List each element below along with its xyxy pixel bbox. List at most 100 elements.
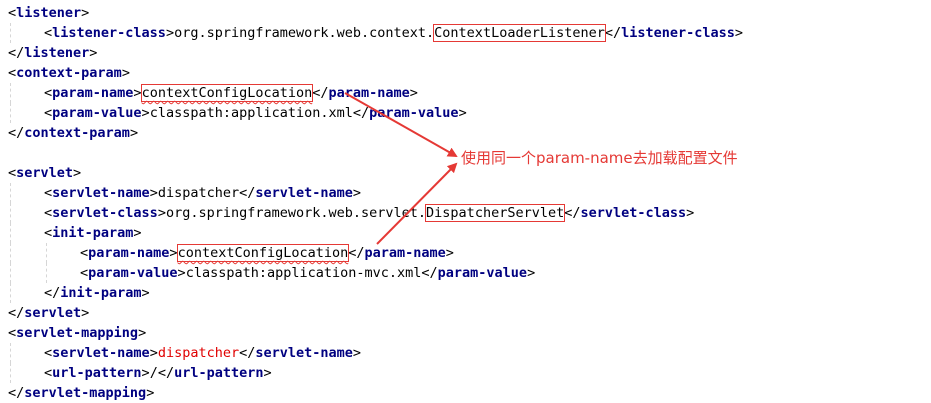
xml-bracket: </ <box>312 85 329 101</box>
xml-tag-name: servlet <box>16 165 74 181</box>
annotation-label: 使用同一个param-name去加载配置文件 <box>461 149 738 167</box>
code-text: org.springframework.web.servlet. <box>165 205 427 221</box>
code-line[interactable]: <param-name>contextConfigLocation</param… <box>10 243 454 263</box>
xml-tag-name: context-param <box>16 65 122 81</box>
code-line[interactable]: </init-param> <box>10 283 150 303</box>
xml-bracket: < <box>8 165 17 181</box>
xml-bracket: > <box>165 25 175 41</box>
xml-bracket: > <box>89 45 98 61</box>
xml-bracket: > <box>81 305 90 321</box>
xml-bracket: > <box>734 25 744 41</box>
xml-bracket: > <box>133 225 142 241</box>
indent-guide <box>46 243 47 263</box>
xml-bracket: > <box>81 5 90 21</box>
xml-bracket: < <box>44 345 53 361</box>
xml-bracket: < <box>44 205 53 221</box>
code-line[interactable]: <context-param> <box>8 63 130 83</box>
code-line[interactable]: <param-value>classpath:application-mvc.x… <box>10 263 536 283</box>
xml-bracket: </ <box>348 245 365 261</box>
xml-tag-name: url-pattern <box>52 365 142 381</box>
code-line[interactable]: <servlet-name>dispatcher</servlet-name> <box>10 343 361 363</box>
xml-tag-name: listener-class <box>52 25 166 41</box>
xml-bracket: > <box>409 85 418 101</box>
xml-bracket: > <box>263 365 272 381</box>
indent-guide <box>10 23 11 43</box>
xml-bracket: < <box>44 105 53 121</box>
xml-bracket: < <box>44 365 53 381</box>
xml-tag-name: servlet-mapping <box>16 325 139 341</box>
code-line[interactable]: <param-value>classpath:application.xml</… <box>10 103 467 123</box>
code-line[interactable]: </servlet> <box>8 303 89 323</box>
xml-bracket: </ <box>564 205 581 221</box>
indent-guide <box>10 203 11 223</box>
xml-tag-name: url-pattern <box>174 365 264 381</box>
code-line[interactable]: <listener> <box>8 3 89 23</box>
xml-tag-name: param-value <box>88 265 178 281</box>
xml-bracket: </ <box>8 305 25 321</box>
xml-bracket: </ <box>421 265 438 281</box>
code-line[interactable]: <servlet> <box>8 163 81 183</box>
code-text: org.springframework.web.context. <box>174 25 435 41</box>
code-line[interactable]: </context-param> <box>8 123 138 143</box>
xml-bracket: </ <box>8 125 25 141</box>
xml-bracket: </ <box>8 385 25 401</box>
code-line[interactable]: <servlet-class>org.springframework.web.s… <box>10 203 694 223</box>
xml-bracket: > <box>133 85 142 101</box>
code-line[interactable]: </servlet-mapping> <box>8 383 154 403</box>
xml-tag-name: servlet <box>24 305 82 321</box>
xml-tag-name: init-param <box>52 225 134 241</box>
xml-bracket: < <box>44 85 53 101</box>
indent-guide <box>10 243 11 263</box>
boxed-highlight: contextConfigLocation <box>176 244 350 262</box>
xml-bracket: > <box>121 65 130 81</box>
boxed-highlight: contextConfigLocation <box>140 84 314 102</box>
indent-guide <box>10 363 11 383</box>
indent-guide <box>46 263 47 283</box>
code-line[interactable]: <param-name>contextConfigLocation</param… <box>10 83 418 103</box>
xml-bracket: > <box>169 245 178 261</box>
xml-bracket: < <box>44 225 53 241</box>
xml-tag-name: listener <box>24 45 90 61</box>
indent-guide <box>10 183 11 203</box>
xml-bracket: > <box>149 185 158 201</box>
xml-bracket: > <box>352 185 362 201</box>
xml-bracket: </ <box>352 105 370 121</box>
xml-bracket: > <box>177 265 186 281</box>
code-line[interactable]: <url-pattern>/</url-pattern> <box>10 363 272 383</box>
indent-guide <box>10 83 11 103</box>
xml-bracket: </ <box>604 25 622 41</box>
indent-guide <box>10 263 11 283</box>
code-text: / <box>149 365 158 381</box>
indent-guide <box>10 103 11 123</box>
xml-bracket: > <box>445 245 454 261</box>
code-line[interactable]: <init-param> <box>10 223 142 243</box>
code-line[interactable]: <servlet-name>dispatcher</servlet-name> <box>10 183 362 203</box>
xml-tag-name: servlet-class <box>52 205 158 221</box>
boxed-highlight: ContextLoaderListener <box>433 24 606 42</box>
xml-bracket: < <box>8 65 17 81</box>
xml-bracket: > <box>527 265 536 281</box>
xml-tag-name: context-param <box>24 125 130 141</box>
xml-bracket: > <box>146 385 155 401</box>
indent-guide <box>10 223 11 243</box>
xml-bracket: > <box>149 345 158 361</box>
xml-bracket: < <box>44 25 53 41</box>
xml-bracket: </ <box>239 345 256 361</box>
code-editor[interactable]: <listener> <listener-class>org.springfram… <box>0 0 931 402</box>
xml-tag-name: servlet-name <box>255 345 353 361</box>
xml-tag-name: param-name <box>88 245 170 261</box>
xml-bracket: > <box>157 205 166 221</box>
xml-bracket: </ <box>239 185 256 201</box>
xml-bracket: < <box>80 265 89 281</box>
xml-bracket: < <box>80 245 89 261</box>
xml-tag-name: param-value <box>369 105 459 121</box>
code-text-highlighted: dispatcher <box>157 345 240 361</box>
xml-tag-name: param-name <box>52 85 134 101</box>
code-line[interactable]: <listener-class>org.springframework.web.… <box>10 23 744 43</box>
code-line[interactable]: <servlet-mapping> <box>8 323 146 343</box>
xml-bracket: </ <box>8 45 25 61</box>
code-text: classpath:application-mvc.xml <box>185 265 422 281</box>
indent-guide <box>10 283 11 303</box>
xml-tag-name: listener <box>16 5 82 21</box>
code-line[interactable]: </listener> <box>8 43 97 63</box>
